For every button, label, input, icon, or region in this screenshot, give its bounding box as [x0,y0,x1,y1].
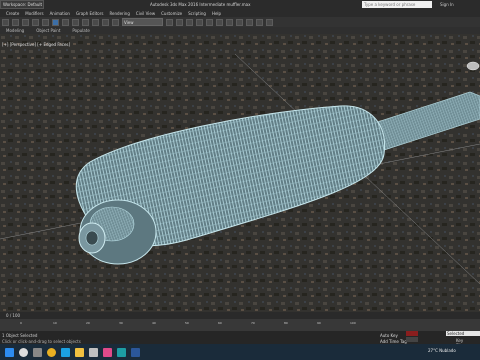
sign-in-link[interactable]: Sign In [440,2,454,7]
tab-object-paint[interactable]: Object Paint [36,28,60,33]
timeline-tick: 60 [218,321,222,325]
mirror-icon[interactable] [206,18,213,26]
word-icon[interactable] [131,347,140,357]
timeline-tick: 10 [53,321,57,325]
timeline-tick: 90 [317,321,321,325]
edge-icon[interactable] [61,347,70,357]
tab-modeling[interactable]: Modeling [6,28,24,33]
store-icon[interactable] [89,347,98,357]
menu-rendering[interactable]: Rendering [109,11,129,16]
select-by-name-icon[interactable] [62,18,69,26]
ribbon-tabs: Modeling Object Paint Populate [0,27,480,34]
auto-key-label: Auto Key [380,333,398,338]
3dsmax-icon[interactable] [117,347,126,357]
muffler-inlet-hole [85,230,99,246]
menu-graph-editors[interactable]: Graph Editors [76,11,103,16]
photos-icon[interactable] [103,347,112,357]
task-view-icon[interactable] [33,347,42,357]
layer-icon[interactable] [226,18,233,26]
main-toolbar: View [0,17,480,27]
material-editor-icon[interactable] [246,18,253,26]
search-placeholder: Type a keyword or phrase [364,2,416,7]
menu-animation[interactable]: Animation [50,11,70,16]
viewport-label[interactable]: [+] [Perspective] [+ Edged Faces] [2,42,70,47]
viewcube-icon[interactable] [466,61,480,71]
rectangular-selection-icon[interactable] [72,18,79,26]
menu-bar: Create Modifiers Animation Graph Editors… [0,9,480,17]
timeline-tick: 70 [251,321,255,325]
key-mode-dropdown[interactable]: Selected [446,331,480,336]
timeline-ticks: 0 10 20 30 40 50 60 70 80 90 100 [0,319,480,331]
align-icon[interactable] [216,18,223,26]
reference-coordinate-label: View [124,19,134,25]
percent-snap-icon[interactable] [196,18,203,26]
timeline-tick: 40 [152,321,156,325]
workspace-dropdown[interactable]: Workspace: Default [0,0,44,9]
menu-help[interactable]: Help [212,11,221,16]
set-key-button[interactable] [406,337,418,342]
timeline[interactable]: 0 10 20 30 40 50 60 70 80 90 100 [0,319,480,331]
window-crossing-icon[interactable] [82,18,89,26]
weather-widget[interactable]: 27°C Nublado [428,348,456,353]
status-bar: 0 / 100 [0,312,480,319]
angle-snap-icon[interactable] [186,18,193,26]
frame-counter: 0 / 100 [6,313,21,318]
timeline-tick: 0 [20,321,22,325]
windows-icon[interactable] [5,347,14,357]
key-mode-label: Selected [447,331,465,336]
undo-icon[interactable] [2,18,9,26]
move-icon[interactable] [92,18,99,26]
pivot-icon[interactable] [166,18,173,26]
search-input[interactable]: Type a keyword or phrase [362,1,432,8]
auto-key-button[interactable] [406,331,418,336]
scale-icon[interactable] [112,18,119,26]
render-setup-icon[interactable] [256,18,263,26]
render-icon[interactable] [266,18,273,26]
menu-scripting[interactable]: Scripting [188,11,206,16]
bind-space-warp-icon[interactable] [42,18,49,26]
title-bar: Workspace: Default Autodesk 3ds Max 2016… [0,0,480,9]
menu-civil-view[interactable]: Civil View [136,11,155,16]
chrome-icon[interactable] [47,347,56,357]
timeline-tick: 20 [86,321,90,325]
menu-customize[interactable]: Customize [161,11,182,16]
viewport-scene [0,34,480,312]
timeline-tick: 50 [185,321,189,325]
redo-icon[interactable] [12,18,19,26]
timeline-tick: 80 [284,321,288,325]
menu-modifiers[interactable]: Modifiers [25,11,43,16]
workspace-label: Workspace: Default [3,2,43,7]
timeline-tick: 30 [119,321,123,325]
rotate-icon[interactable] [102,18,109,26]
explorer-icon[interactable] [75,347,84,357]
window-title: Autodesk 3ds Max 2016 Intermediate muffl… [150,2,251,7]
selection-status: 1 Object Selected [2,333,38,338]
perspective-viewport[interactable]: [+] [Perspective] [+ Edged Faces] [0,34,480,312]
snap-icon[interactable] [176,18,183,26]
search-icon[interactable] [19,347,28,357]
select-object-icon[interactable] [52,18,59,26]
reference-coordinate-dropdown[interactable]: View [122,18,163,26]
tab-populate[interactable]: Populate [72,28,89,33]
timeline-tick: 100 [350,321,356,325]
menu-create[interactable]: Create [6,11,19,16]
bottom-panel: 1 Object Selected Click or click-and-dra… [0,331,480,348]
unlink-icon[interactable] [32,18,39,26]
windows-taskbar: 27°C Nublado [0,344,480,360]
link-icon[interactable] [22,18,29,26]
curve-editor-icon[interactable] [236,18,243,26]
